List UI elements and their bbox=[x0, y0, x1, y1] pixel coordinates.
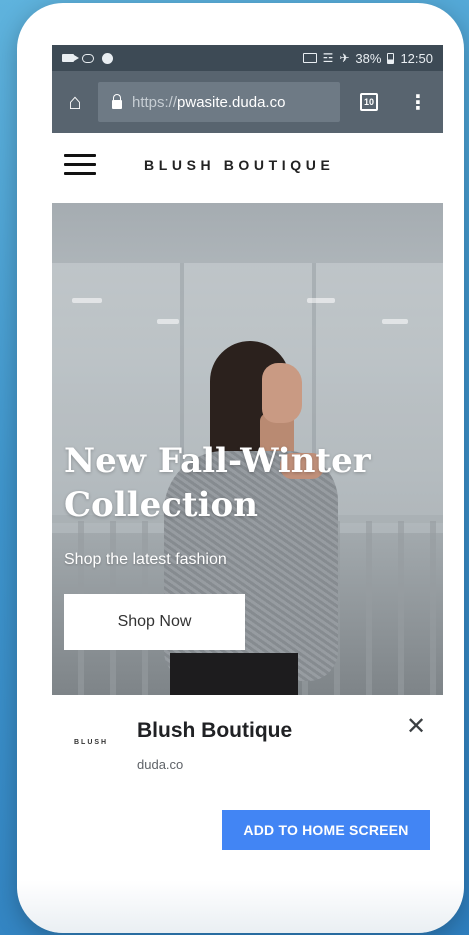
loop-icon bbox=[82, 53, 94, 63]
hero-headline-line2: Collection bbox=[64, 485, 258, 525]
hero-subtitle: Shop the latest fashion bbox=[64, 551, 227, 568]
url-host: pwasite.duda.co bbox=[177, 93, 286, 111]
clock: 12:50 bbox=[400, 50, 433, 66]
url-text: https://pwasite.duda.co bbox=[132, 94, 285, 111]
ceiling-light bbox=[382, 319, 408, 324]
app-name: Blush Boutique bbox=[137, 719, 293, 742]
phone-screen: ☲ ✈ 38% 12:50 ⌂ https://pwasite.duda.co … bbox=[52, 45, 443, 867]
more-vert-icon: ⋮ bbox=[408, 91, 428, 114]
home-icon: ⌂ bbox=[68, 89, 82, 114]
status-right-icons: ☲ ✈ 38% 12:50 bbox=[302, 50, 433, 66]
close-icon[interactable]: ✕ bbox=[406, 715, 426, 739]
tab-switcher-button[interactable]: 10 bbox=[340, 71, 398, 133]
video-icon bbox=[62, 54, 79, 62]
url-field[interactable]: https://pwasite.duda.co bbox=[98, 82, 340, 122]
browser-menu-button[interactable]: ⋮ bbox=[398, 71, 438, 133]
model-pants bbox=[170, 653, 298, 695]
battery-percent: 38% bbox=[355, 50, 382, 66]
url-scheme: https:// bbox=[132, 93, 178, 111]
home-button[interactable]: ⌂ bbox=[52, 71, 98, 133]
install-banner: BLUSH Blush Boutique duda.co ✕ ADD TO HO… bbox=[52, 695, 443, 867]
status-bar: ☲ ✈ 38% 12:50 bbox=[52, 45, 443, 71]
hero-headline: New Fall-Winter Collection bbox=[64, 439, 394, 527]
ceiling-light bbox=[307, 298, 335, 303]
ceiling-light bbox=[157, 319, 179, 324]
model-face bbox=[262, 363, 302, 423]
battery-icon bbox=[387, 52, 395, 64]
b-icon bbox=[102, 52, 113, 64]
site-header: BLUSH BOUTIQUE bbox=[52, 133, 443, 203]
add-to-home-screen-button[interactable]: ADD TO HOME SCREEN bbox=[222, 810, 430, 850]
site-title[interactable]: BLUSH BOUTIQUE bbox=[144, 157, 334, 173]
hero-banner: New Fall-Winter Collection Shop the late… bbox=[52, 203, 443, 695]
app-logo: BLUSH bbox=[74, 739, 109, 746]
status-left-icons bbox=[62, 52, 113, 64]
shop-now-button[interactable]: Shop Now bbox=[64, 594, 245, 650]
cast-icon bbox=[302, 53, 317, 63]
airplane-icon: ✈ bbox=[339, 51, 350, 65]
app-domain: duda.co bbox=[137, 757, 184, 772]
tab-count: 10 bbox=[360, 93, 378, 111]
wifi-icon: ☲ bbox=[322, 51, 334, 65]
hero-headline-line1: New Fall-Winter bbox=[64, 441, 371, 481]
lock-icon bbox=[112, 93, 122, 109]
ceiling-light bbox=[72, 298, 102, 303]
hamburger-menu-icon[interactable] bbox=[64, 154, 96, 178]
browser-toolbar: ⌂ https://pwasite.duda.co 10 ⋮ bbox=[52, 71, 443, 133]
